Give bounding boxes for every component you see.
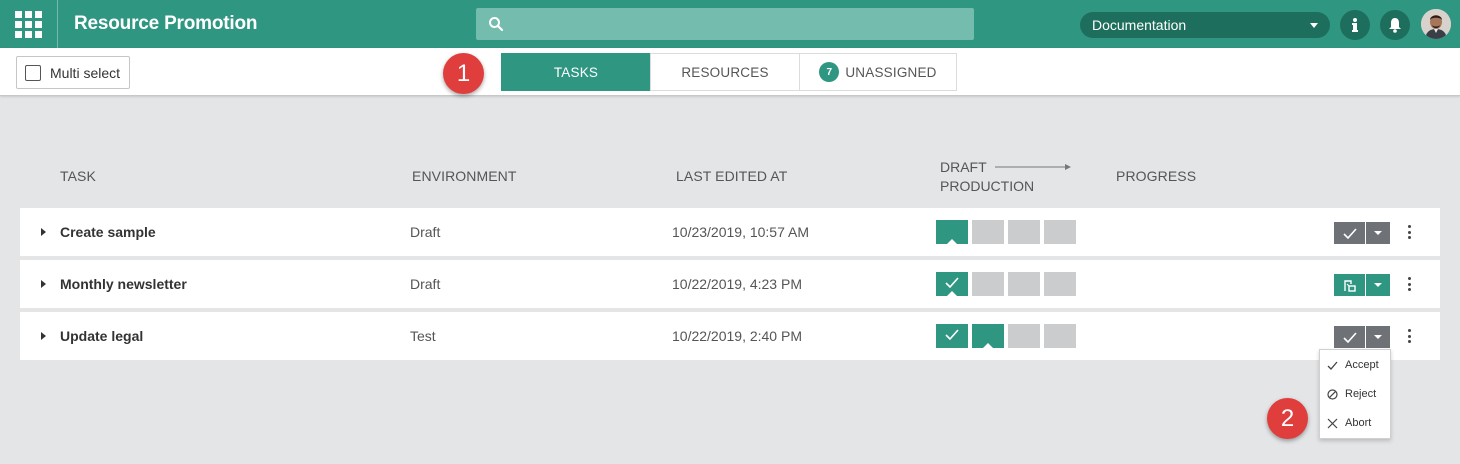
user-avatar[interactable]: [1421, 9, 1451, 39]
accept-button[interactable]: [1334, 326, 1365, 348]
menu-item-accept[interactable]: Accept: [1320, 352, 1390, 378]
expand-caret-icon[interactable]: [41, 228, 46, 236]
checkmark-icon: [1342, 331, 1357, 343]
task-name: Monthly newsletter: [60, 276, 187, 292]
action-dropdown-button[interactable]: [1366, 222, 1390, 244]
tab-resources-label: RESOURCES: [681, 64, 769, 80]
expand-caret-icon[interactable]: [41, 332, 46, 340]
accept-button[interactable]: [1334, 222, 1365, 244]
current-stage-notch: [946, 239, 958, 245]
info-icon: [1352, 18, 1358, 32]
menu-item-label: Accept: [1345, 359, 1379, 371]
search-input[interactable]: [510, 8, 970, 40]
unassigned-count-badge: 7: [819, 62, 840, 82]
arrow-right-icon: [995, 164, 1071, 170]
promote-button[interactable]: [1334, 274, 1365, 296]
checkmark-icon: [1327, 361, 1338, 370]
stage-segment: [1008, 272, 1040, 296]
stage-segment: [1044, 220, 1076, 244]
checkmark-icon: [945, 277, 959, 288]
stage-segment: [972, 220, 1004, 244]
project-select-value: Documentation: [1092, 17, 1187, 33]
action-dropdown-button[interactable]: [1366, 274, 1390, 296]
row-more-menu-icon[interactable]: [1404, 223, 1414, 241]
current-stage-notch: [982, 343, 994, 349]
stage-segment: [1008, 220, 1040, 244]
app-title: Resource Promotion: [74, 13, 258, 34]
view-tabs: TASKS RESOURCES 7 UNASSIGNED: [501, 53, 957, 91]
chevron-down-icon: [1310, 22, 1318, 28]
stage-segment-done: [936, 324, 968, 348]
tab-tasks[interactable]: TASKS: [501, 53, 651, 91]
expand-caret-icon[interactable]: [41, 280, 46, 288]
menu-item-label: Reject: [1345, 388, 1377, 400]
multi-select-toggle[interactable]: Multi select: [16, 56, 130, 89]
multi-select-checkbox[interactable]: [25, 64, 41, 81]
info-button[interactable]: [1340, 10, 1370, 40]
app-launcher-button[interactable]: [0, 0, 58, 48]
menu-item-abort[interactable]: Abort: [1320, 410, 1390, 436]
stage-segment-current: [936, 220, 968, 245]
task-environment: Test: [410, 328, 436, 344]
promote-icon: [1343, 279, 1356, 292]
menu-item-label: Abort: [1345, 417, 1372, 429]
stage-segment-current: [972, 324, 1004, 349]
column-header-environment: ENVIRONMENT: [412, 168, 517, 184]
row-action-group: [1334, 222, 1390, 244]
block-icon: [1327, 388, 1338, 400]
menu-item-reject[interactable]: Reject: [1320, 381, 1390, 407]
action-dropdown-menu: Accept Reject Abort: [1319, 349, 1391, 439]
row-action-group: [1334, 274, 1390, 296]
row-more-menu-icon[interactable]: [1404, 275, 1414, 293]
caret-down-icon: [1374, 335, 1382, 339]
task-name: Update legal: [60, 328, 144, 344]
action-dropdown-button[interactable]: [1366, 326, 1390, 348]
stage-segment: [1044, 272, 1076, 296]
row-action-group: [1334, 326, 1390, 348]
tab-tasks-label: TASKS: [553, 64, 599, 80]
task-environment: Draft: [410, 224, 441, 240]
task-last-edited: 10/23/2019, 10:57 AM: [672, 224, 809, 240]
caret-down-icon: [1374, 283, 1382, 287]
task-environment: Draft: [410, 276, 441, 292]
task-last-edited: 10/22/2019, 2:40 PM: [672, 328, 802, 344]
tab-unassigned-label: UNASSIGNED: [845, 64, 937, 80]
stage-segment-done-current: [936, 272, 968, 297]
notifications-button[interactable]: [1380, 10, 1410, 40]
table-row[interactable]: Monthly newsletter Draft 10/22/2019, 4:2…: [20, 260, 1440, 308]
tab-unassigned[interactable]: 7 UNASSIGNED: [799, 53, 957, 91]
table-row[interactable]: Update legal Test 10/22/2019, 2:40 PM: [20, 312, 1440, 360]
stage-segment: [972, 272, 1004, 296]
column-header-production: PRODUCTION: [940, 178, 1035, 194]
column-header-progress: PROGRESS: [1116, 168, 1197, 184]
toolbar: Multi select TASKS RESOURCES 7 UNASSIGNE…: [0, 48, 1460, 96]
multi-select-label: Multi select: [50, 64, 121, 81]
bell-icon: [1389, 18, 1401, 33]
search-bar[interactable]: [476, 8, 974, 40]
caret-down-icon: [1374, 231, 1382, 235]
callout-marker-1: 1: [443, 53, 484, 94]
row-more-menu-icon[interactable]: [1404, 327, 1414, 345]
checkmark-icon: [1342, 227, 1357, 239]
current-stage-notch: [946, 291, 958, 297]
table-row[interactable]: Create sample Draft 10/23/2019, 10:57 AM: [20, 208, 1440, 256]
stage-segment: [1008, 324, 1040, 348]
search-icon: [489, 17, 504, 32]
stage-segment: [1044, 324, 1076, 348]
grid-icon: [15, 10, 42, 38]
tab-resources[interactable]: RESOURCES: [650, 53, 800, 91]
column-header-last-edited: LAST EDITED AT: [676, 168, 788, 184]
checkmark-icon: [945, 329, 959, 340]
task-name: Create sample: [60, 224, 156, 240]
close-icon: [1327, 418, 1338, 428]
callout-marker-2: 2: [1267, 398, 1308, 439]
project-select[interactable]: Documentation: [1080, 12, 1330, 38]
avatar-image: [1421, 9, 1451, 39]
column-header-task: TASK: [60, 168, 96, 184]
top-bar: Resource Promotion Documentation: [0, 0, 1460, 48]
task-last-edited: 10/22/2019, 4:23 PM: [672, 276, 802, 292]
